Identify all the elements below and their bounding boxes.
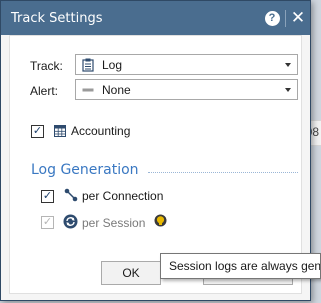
- lightbulb-icon[interactable]: [154, 214, 167, 228]
- accounting-checkbox[interactable]: ✓: [31, 125, 44, 138]
- track-label: Track:: [30, 59, 63, 73]
- dash-line-icon: [82, 88, 94, 91]
- ok-button-label: OK: [122, 266, 140, 280]
- question-circle-icon: ?: [264, 10, 280, 26]
- close-button[interactable]: ✕: [290, 8, 306, 27]
- checkmark-icon: ✓: [42, 190, 53, 202]
- alert-label: Alert:: [30, 84, 59, 98]
- checkmark-icon: ✓: [32, 125, 43, 137]
- table-icon: [54, 125, 66, 137]
- section-divider: [148, 172, 298, 173]
- alert-select[interactable]: None: [75, 79, 298, 100]
- checkmark-icon: ✓: [42, 216, 53, 228]
- log-document-icon: [82, 58, 94, 72]
- chevron-down-icon: [285, 63, 291, 67]
- dialog-title: Track Settings: [11, 10, 103, 26]
- dialog-titlebar[interactable]: Track Settings ? ✕: [1, 1, 310, 35]
- titlebar-separator: [285, 10, 286, 27]
- alert-value: None: [102, 82, 131, 97]
- ok-button[interactable]: OK: [101, 261, 161, 285]
- per-session-label: per Session: [82, 216, 146, 230]
- connection-nodes-icon: [64, 188, 78, 202]
- session-sync-icon: [63, 214, 78, 229]
- per-session-tooltip: Session logs are always gener: [160, 253, 321, 279]
- track-select[interactable]: Log: [75, 54, 298, 75]
- chevron-down-icon: [285, 88, 291, 92]
- help-button[interactable]: ?: [264, 10, 280, 26]
- accounting-label: Accounting: [71, 124, 131, 138]
- log-generation-heading: Log Generation: [31, 162, 139, 178]
- per-session-checkbox[interactable]: ✓: [41, 216, 54, 229]
- close-icon: ✕: [290, 8, 306, 27]
- per-connection-checkbox[interactable]: ✓: [41, 190, 54, 203]
- track-value: Log: [102, 57, 123, 72]
- per-connection-label: per Connection: [82, 189, 164, 203]
